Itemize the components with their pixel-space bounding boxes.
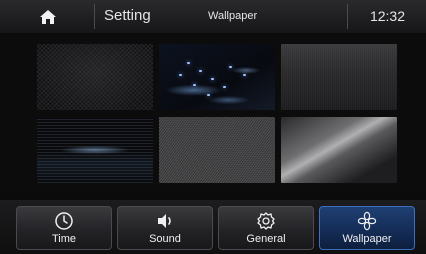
wallpaper-grid — [0, 33, 426, 193]
wallpaper-thumb-brushed-steel[interactable] — [281, 44, 397, 110]
wallpaper-thumb-grey-noise[interactable] — [159, 117, 275, 183]
tab-time[interactable]: Time — [16, 206, 112, 250]
page-title: Setting — [104, 7, 151, 24]
home-button[interactable] — [28, 3, 68, 31]
gear-icon — [255, 210, 277, 232]
wallpaper-thumb-blue-light-streaks[interactable] — [159, 44, 275, 110]
flower-icon — [356, 210, 378, 232]
tab-label: Wallpaper — [342, 233, 392, 245]
speaker-icon — [154, 210, 176, 232]
tab-label: Sound — [149, 233, 181, 245]
wallpaper-thumb-dark-mesh[interactable] — [37, 44, 153, 110]
bottom-tab-bar: Time Sound General Wallpaper — [0, 200, 426, 254]
clock: 12:32 — [369, 8, 405, 24]
clock-icon — [53, 210, 75, 232]
tab-wallpaper[interactable]: Wallpaper — [319, 206, 415, 250]
header-divider — [94, 4, 95, 29]
wallpaper-thumb-blue-horizon[interactable] — [37, 117, 153, 183]
wallpaper-thumb-silver-sheen[interactable] — [281, 117, 397, 183]
tab-label: Time — [51, 233, 77, 245]
header-bar: Setting Wallpaper 12:32 — [0, 0, 426, 34]
tab-label: General — [246, 233, 286, 245]
tab-general[interactable]: General — [218, 206, 314, 250]
tab-sound[interactable]: Sound — [117, 206, 213, 250]
page-subtitle: Wallpaper — [208, 10, 258, 22]
header-divider — [347, 4, 348, 29]
home-icon — [40, 10, 56, 24]
settings-screen: Setting Wallpaper 12:32 Time Sound Gener… — [0, 0, 426, 254]
